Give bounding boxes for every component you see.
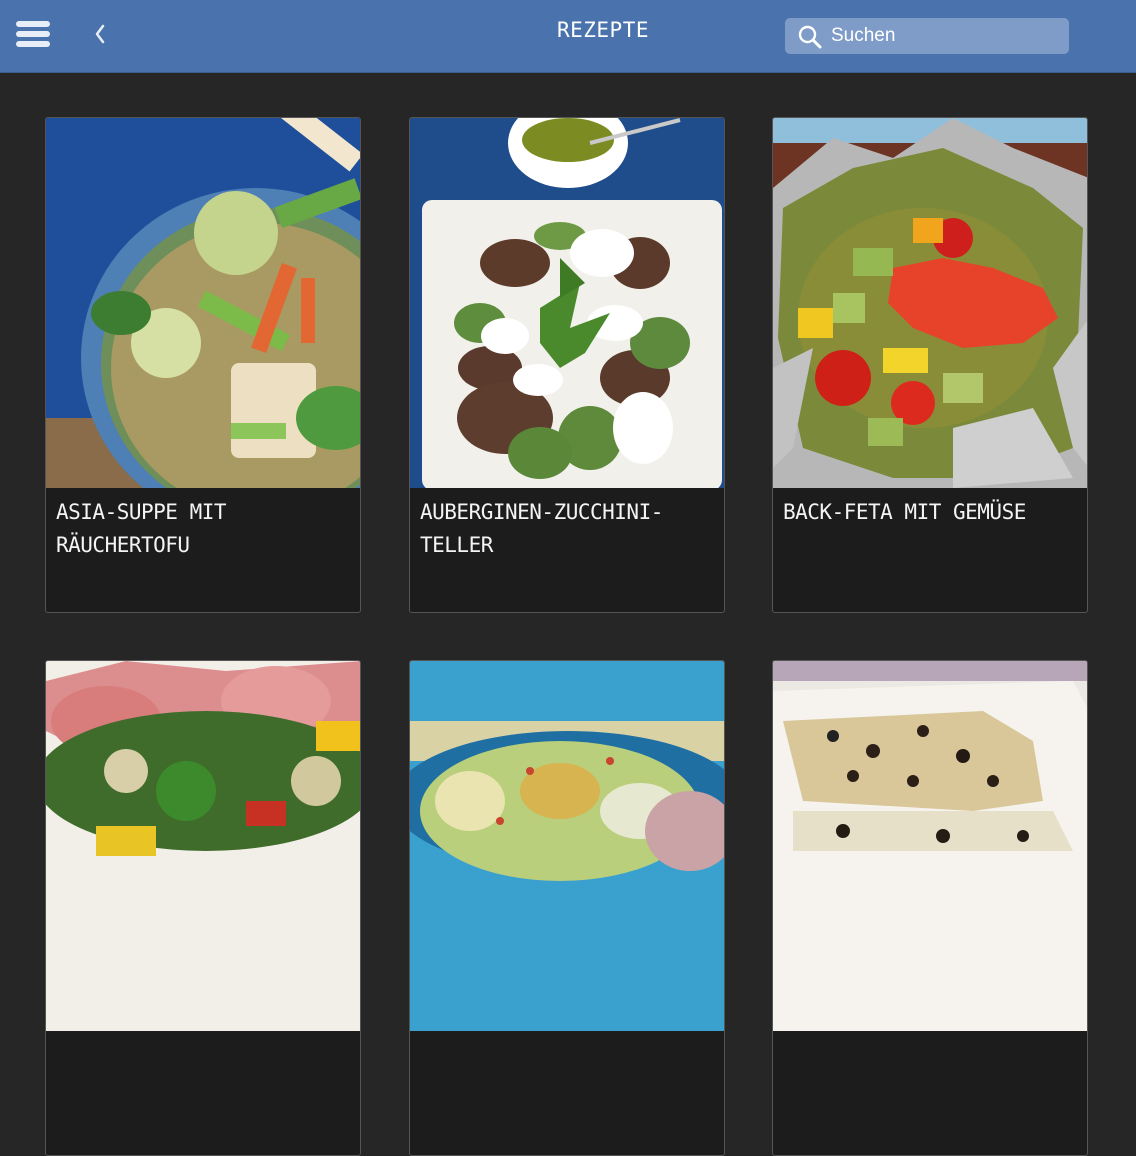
recipe-card-casserole[interactable]: [772, 660, 1088, 1156]
back-button[interactable]: [88, 18, 112, 50]
recipe-photo: [410, 661, 724, 1031]
recipe-photo: [773, 118, 1087, 488]
search-input[interactable]: [831, 22, 1056, 50]
recipe-card-salad-bowl[interactable]: [409, 660, 725, 1156]
recipe-photo: [46, 661, 360, 1031]
menu-button[interactable]: [14, 19, 52, 49]
top-bar: REZEPTE: [0, 0, 1136, 73]
recipe-photo: [410, 118, 724, 488]
recipe-title: Asia-Suppe mit Räuchertofu: [56, 500, 227, 557]
recipe-card-back-feta[interactable]: Back-Feta mit Gemüse: [772, 117, 1088, 613]
recipe-card-auberginen-zucchini[interactable]: Auberginen-Zucchini-Teller: [409, 117, 725, 613]
search-field[interactable]: [785, 18, 1069, 54]
recipe-title: Back-Feta mit Gemüse: [783, 500, 1026, 524]
recipe-card-ham-salad[interactable]: [45, 660, 361, 1156]
recipe-photo: [46, 118, 360, 488]
recipe-card-asia-suppe[interactable]: Asia-Suppe mit Räuchertofu: [45, 117, 361, 613]
recipe-photo: [773, 661, 1087, 1031]
search-icon: [798, 25, 822, 49]
page-title: REZEPTE: [556, 18, 649, 42]
recipe-title: Auberginen-Zucchini-Teller: [420, 500, 663, 557]
chevron-left-icon: [95, 24, 105, 44]
